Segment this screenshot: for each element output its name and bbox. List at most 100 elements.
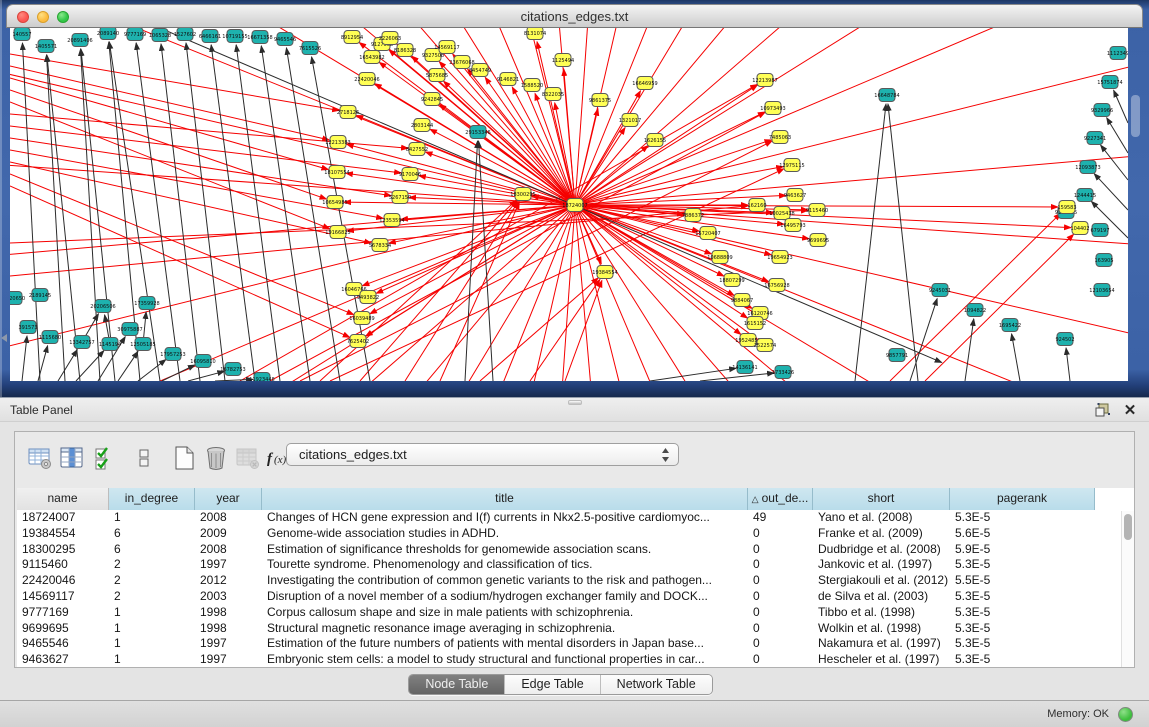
network-edge[interactable] [10,150,383,218]
network-edge[interactable] [700,373,774,381]
network-edge[interactable] [1094,174,1128,210]
network-node[interactable]: 7886372 [682,209,704,222]
network-edge[interactable] [118,351,138,381]
delete-trash-icon[interactable] [201,443,231,473]
network-edge[interactable] [10,78,328,170]
panel-resize-handle[interactable] [568,400,582,405]
table-cell[interactable]: 2 [109,589,195,605]
network-node[interactable]: 7615526 [299,42,321,55]
table-cell[interactable]: 1 [109,605,195,621]
table-cell[interactable]: 1997 [195,636,262,652]
table-cell[interactable]: 5.3E-5 [950,652,1095,667]
table-cell[interactable]: Estimation of the future numbers of pati… [262,636,748,652]
table-cell[interactable]: 0 [748,589,813,605]
table-cell[interactable]: 0 [748,636,813,652]
table-cell[interactable]: Changes of HCN gene expression and I(f) … [262,510,748,526]
table-source-select[interactable]: citations_edges.txt [286,443,679,466]
network-edge[interactable] [160,28,942,362]
column-header-out_de[interactable]: △out_de... [748,488,813,510]
network-node[interactable]: 9493822 [357,291,379,304]
network-edge[interactable] [10,28,575,205]
table-cell[interactable]: Disruption of a novel member of a sodium… [262,589,748,605]
network-node[interactable]: 9245031 [929,284,951,297]
network-edge[interactable] [575,205,1124,381]
network-node[interactable]: 19654923 [767,251,792,264]
network-node[interactable]: 14136141 [732,361,757,374]
network-edge[interactable] [575,128,625,205]
table-cell[interactable]: Investigating the contribution of common… [262,573,748,589]
network-node[interactable]: 12213383 [325,136,350,149]
network-node[interactable]: 16648784 [874,89,899,102]
network-edge[interactable] [10,205,575,261]
float-panel-icon[interactable] [1093,401,1111,419]
table-cell[interactable]: 9699695 [17,621,109,637]
close-panel-icon[interactable]: ✕ [1121,401,1139,419]
network-node[interactable]: 2522574 [754,339,776,352]
table-cell[interactable]: 0 [748,557,813,573]
table-cell[interactable]: 1 [109,636,195,652]
network-node[interactable]: 18107554 [324,166,349,179]
table-cell[interactable]: Stergiakouli et al. (2012) [813,573,950,589]
network-node[interactable]: 9115460 [806,204,828,217]
network-node[interactable]: 1112349 [1107,47,1128,60]
memory-status-indicator[interactable] [1118,707,1133,722]
network-node[interactable]: 9861375 [589,94,611,107]
network-node[interactable]: 9463627 [784,189,806,202]
table-cell[interactable]: Hescheler et al. (1997) [813,652,950,667]
network-edge[interactable] [910,299,937,381]
network-edge[interactable] [575,28,815,205]
network-node[interactable]: 2089140 [97,28,119,40]
network-node[interactable]: 9884067 [731,294,753,307]
table-cell[interactable]: 0 [748,621,813,637]
network-node[interactable]: 2226063 [379,32,401,45]
network-node[interactable]: 15751874 [1097,76,1122,89]
network-node[interactable]: 9857791 [886,349,908,362]
network-edge[interactable] [965,319,974,381]
network-edge[interactable] [240,84,757,381]
tab-node-table[interactable]: Node Table [409,675,505,694]
select-rows-icon[interactable] [89,443,119,473]
network-node[interactable]: 2803144 [411,119,433,132]
table-cell[interactable]: Genome-wide association studies in ADHD. [262,526,748,542]
network-scroll-notch[interactable] [1131,95,1140,137]
network-node[interactable]: 7625402 [347,335,369,348]
network-node[interactable]: 2620650 [10,292,25,305]
network-edge[interactable] [1114,90,1128,123]
table-cell[interactable]: 6 [109,526,195,542]
table-row[interactable]: 911546021997Tourette syndrome. Phenomeno… [17,557,1134,573]
table-cell[interactable]: 5.9E-5 [950,542,1095,558]
network-node[interactable]: 1125494 [552,54,574,67]
table-cell[interactable]: 18724007 [17,510,109,526]
table-cell[interactable]: Estimation of significance thresholds fo… [262,542,748,558]
network-node[interactable]: 9227341 [1084,132,1106,145]
network-edge[interactable] [1012,334,1020,381]
network-edge[interactable] [161,44,200,381]
table-cell[interactable]: 1998 [195,621,262,637]
table-cell[interactable]: Wolkin et al. (1998) [813,621,950,637]
network-node[interactable]: 1321017 [619,114,641,127]
network-edge[interactable] [236,45,280,381]
table-cell[interactable]: 49 [748,510,813,526]
network-edge[interactable] [925,234,1074,381]
column-header-in_degree[interactable]: in_degree [109,488,195,510]
table-cell[interactable]: 9115460 [17,557,109,573]
table-cell[interactable]: 2 [109,557,195,573]
network-canvas[interactable]: 1405571405571208914062089140977716910653… [10,28,1128,381]
table-cell[interactable]: 5.3E-5 [950,621,1095,637]
network-edge[interactable] [215,379,253,381]
network-node[interactable]: 10025438 [769,207,794,220]
table-cell[interactable]: 22420046 [17,573,109,589]
network-node[interactable]: 17359928 [134,297,159,310]
table-cell[interactable]: 5.3E-5 [950,605,1095,621]
network-edge[interactable] [575,50,1128,205]
table-cell[interactable]: 2008 [195,510,262,526]
table-cell[interactable]: 2 [109,573,195,589]
network-node[interactable]: 1244415 [1074,189,1096,202]
network-edge[interactable] [138,359,166,381]
network-node[interactable]: 8454749 [469,64,491,77]
network-node[interactable]: 16646959 [632,77,657,90]
new-table-icon[interactable] [169,443,199,473]
table-row[interactable]: 969969511998Structural magnetic resonanc… [17,621,1134,637]
network-node[interactable]: 9170046 [399,168,421,181]
table-cell[interactable]: 5.3E-5 [950,589,1095,605]
